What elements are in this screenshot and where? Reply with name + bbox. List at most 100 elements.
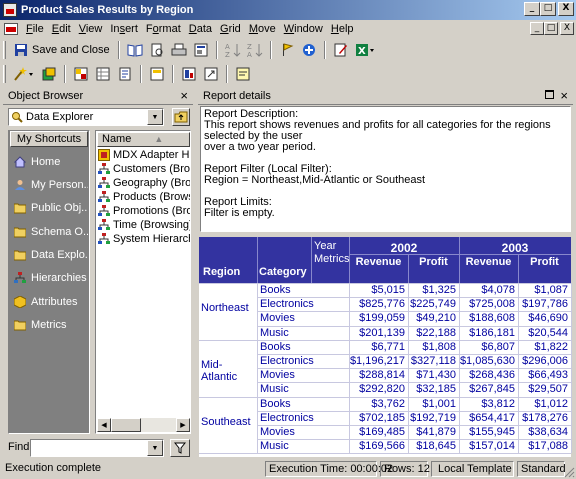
sort-ascending-button[interactable]: AZ <box>223 40 243 60</box>
scroll-thumb[interactable] <box>111 418 141 432</box>
value-cell: $268,436 <box>469 369 515 381</box>
sort-descending-button[interactable]: ZA <box>245 40 265 60</box>
shortcut-public-obj[interactable]: Public Obj... <box>14 202 88 214</box>
add-button[interactable] <box>299 40 319 60</box>
menu-help[interactable]: Help <box>327 23 358 35</box>
menu-move[interactable]: Move <box>245 23 280 35</box>
report-filter-icon <box>182 67 196 81</box>
menu-bar: File Edit View Insert Format Data Grid Move Wind… <box>0 20 576 38</box>
menu-grid[interactable]: Grid <box>216 23 245 35</box>
up-folder-icon <box>174 111 188 123</box>
value-cell: $3,812 <box>481 398 515 410</box>
edit-button[interactable] <box>331 40 351 60</box>
toolbar-grip[interactable] <box>3 65 6 83</box>
status-mode: Standard <box>517 461 566 477</box>
value-cell: $188,608 <box>469 312 515 324</box>
print-preview-button[interactable] <box>147 40 167 60</box>
print-button[interactable] <box>169 40 189 60</box>
value-cell: $41,879 <box>416 426 456 438</box>
tree-item[interactable]: Customers (Browsin <box>98 163 190 175</box>
tree-horizontal-scrollbar[interactable]: ◀ ▶ <box>97 418 190 432</box>
chevron-down-icon[interactable]: ▼ <box>147 440 163 456</box>
toolbar-grip[interactable] <box>3 41 6 59</box>
value-cell: $327,118 <box>410 355 456 367</box>
tree-item[interactable]: Time (Browsing) <box>98 219 190 231</box>
wizard-button[interactable] <box>11 64 37 84</box>
object-browser-close-button[interactable]: × <box>180 88 193 103</box>
tree-column-name: Name <box>102 133 132 145</box>
shortcut-my-person[interactable]: My Person... <box>14 179 88 191</box>
menu-data[interactable]: Data <box>185 23 216 35</box>
drill-button[interactable] <box>201 64 221 84</box>
value-cell: $157,014 <box>469 440 515 452</box>
notes-icon <box>236 67 250 81</box>
restore-icon[interactable] <box>545 90 555 99</box>
category-cell: Books <box>260 284 291 296</box>
app-icon[interactable] <box>3 3 17 17</box>
menu-edit[interactable]: Edit <box>48 23 75 35</box>
object-browser-combo[interactable]: Data Explorer ▼ <box>8 108 164 126</box>
category-cell: Electronics <box>260 412 314 424</box>
shortcut-schema-o[interactable]: Schema O... <box>14 226 88 238</box>
tree-item[interactable]: MDX Adapter Hiera <box>98 149 190 161</box>
notes-button[interactable] <box>233 64 253 84</box>
svg-text:A: A <box>247 51 252 58</box>
chevron-down-icon[interactable]: ▼ <box>147 109 163 125</box>
shortcuts-header-button[interactable]: My Shortcuts <box>10 131 88 147</box>
properties-button[interactable] <box>191 40 211 60</box>
grid-graph-button[interactable] <box>93 64 113 84</box>
window-title: Product Sales Results by Region <box>21 4 194 16</box>
scroll-left-icon[interactable]: ◀ <box>97 418 111 432</box>
save-and-close-button[interactable]: Save and Close <box>11 40 113 60</box>
menu-view[interactable]: View <box>75 23 107 35</box>
filter-button[interactable] <box>179 64 199 84</box>
shortcut-hierarchies[interactable]: Hierarchies <box>14 272 88 284</box>
tree-item[interactable]: Products (Browsing <box>98 191 190 203</box>
menu-format[interactable]: Format <box>142 23 185 35</box>
scroll-right-icon[interactable]: ▶ <box>176 418 190 432</box>
grid-view-button[interactable] <box>71 64 91 84</box>
shortcut-attributes[interactable]: Attributes <box>14 296 88 308</box>
category-cell: Music <box>260 383 289 395</box>
category-cell: Music <box>260 327 289 339</box>
tree-item[interactable]: Promotions (Browsi <box>98 205 190 217</box>
document-icon[interactable] <box>4 23 18 35</box>
sort-arrow-icon: ▲ <box>154 134 164 144</box>
shortcut-data-explo[interactable]: Data Explo... <box>14 249 88 261</box>
tree-item[interactable]: System Hierarchy <box>98 233 190 245</box>
menu-insert[interactable]: Insert <box>106 23 142 35</box>
value-cell: $155,945 <box>469 426 515 438</box>
flag-button[interactable] <box>277 40 297 60</box>
svg-text:X: X <box>358 46 366 57</box>
sql-view-button[interactable] <box>115 64 135 84</box>
maximize-button[interactable]: □ <box>540 2 556 16</box>
title-bar: Product Sales Results by Region _ □ X <box>0 0 576 20</box>
page-by-button[interactable] <box>147 64 167 84</box>
find-input[interactable]: ▼ <box>30 439 164 457</box>
shortcut-home[interactable]: Home <box>14 156 88 168</box>
open-book-button[interactable] <box>125 40 145 60</box>
tree-item[interactable]: Geography (Browsi <box>98 177 190 189</box>
mdi-minimize-button[interactable]: _ <box>530 22 544 35</box>
minimize-button[interactable]: _ <box>524 2 540 16</box>
report-objects-button[interactable] <box>39 64 59 84</box>
wand-icon <box>14 67 33 81</box>
resize-grip-icon[interactable] <box>564 467 575 478</box>
close-button[interactable]: X <box>558 2 574 16</box>
menu-window[interactable]: Window <box>280 23 327 35</box>
mdi-restore-button[interactable]: □ <box>544 22 558 35</box>
tree-column-header[interactable]: Name ▲ <box>97 132 190 147</box>
value-cell: $49,210 <box>416 312 456 324</box>
grid-row-line <box>257 453 571 454</box>
export-excel-button[interactable]: X <box>353 40 377 60</box>
svg-text:Z: Z <box>247 43 252 51</box>
mdi-close-button[interactable]: X <box>560 22 574 35</box>
find-filter-button[interactable] <box>170 439 190 457</box>
region-cell: Mid-Atlantic <box>201 359 238 384</box>
shortcut-metrics[interactable]: Metrics <box>14 319 88 331</box>
menu-file[interactable]: File <box>22 23 48 35</box>
up-folder-button[interactable] <box>172 108 190 126</box>
value-cell: $225,749 <box>410 298 456 310</box>
report-line: Filter is empty. <box>204 207 275 219</box>
report-details-close-button[interactable]: × <box>560 88 568 103</box>
